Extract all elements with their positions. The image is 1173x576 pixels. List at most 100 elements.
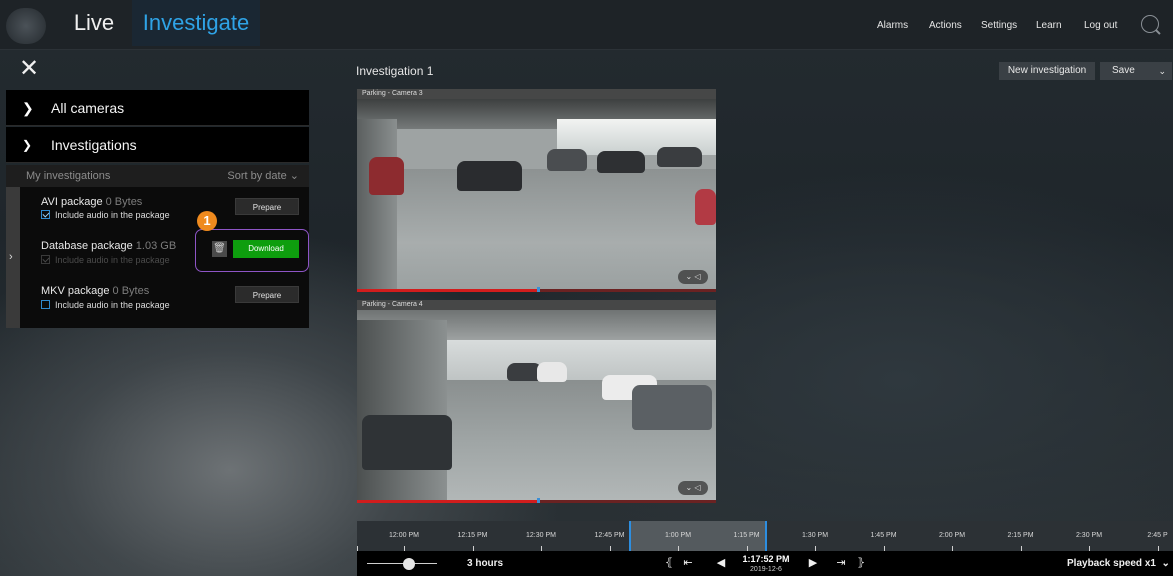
- scene-back-wall: [437, 340, 716, 380]
- nav-learn[interactable]: Learn: [1036, 0, 1062, 50]
- chevron-down-icon: ❯: [22, 138, 33, 152]
- close-icon[interactable]: ✕: [18, 57, 40, 81]
- camera-progress-bar: [357, 498, 716, 503]
- parked-car: [457, 161, 522, 191]
- database-package-title: Database package 1.03 GB: [41, 240, 176, 252]
- investigation-title: Investigation 1: [356, 64, 434, 78]
- database-audio-option: Include audio in the package: [41, 255, 170, 265]
- play-backward-icon[interactable]: ◀: [714, 551, 728, 576]
- collapse-strip[interactable]: ›: [6, 187, 20, 328]
- timeline-tick-label: 12:00 PM: [389, 532, 419, 539]
- camera-label: Parking - Camera 3: [357, 89, 716, 99]
- camera-controls[interactable]: ⌄ ◁: [678, 481, 708, 495]
- parked-car: [632, 385, 712, 430]
- parked-car: [547, 149, 587, 171]
- avi-package-size: 0 Bytes: [105, 196, 143, 208]
- parked-car: [695, 189, 716, 225]
- mkv-audio-option[interactable]: Include audio in the package: [41, 300, 170, 310]
- nav-actions[interactable]: Actions: [929, 0, 962, 50]
- zoom-slider-track[interactable]: [367, 563, 437, 564]
- play-forward-icon[interactable]: ▶: [806, 551, 820, 576]
- database-audio-label: Include audio in the package: [55, 255, 170, 265]
- camera-view-4[interactable]: Parking - Camera 4 ⌄ ◁: [357, 300, 716, 503]
- speaker-icon[interactable]: ◁: [694, 483, 700, 492]
- avi-audio-option[interactable]: Include audio in the package: [41, 210, 170, 220]
- nav-alarms[interactable]: Alarms: [877, 0, 908, 50]
- parked-car: [657, 147, 702, 167]
- camera-controls[interactable]: ⌄ ◁: [678, 270, 708, 284]
- timeline-tick-label: 2:30 PM: [1075, 532, 1103, 539]
- camera-progress-bar: [357, 287, 716, 292]
- search-icon[interactable]: [1141, 15, 1159, 33]
- my-investigations-label: My investigations: [26, 170, 111, 182]
- playback-controls: 3 hours ⦃ ⇤ ◀ 1:17:52 PM 2019-12-6 ▶ ⇥ ⦄…: [357, 551, 1173, 576]
- parked-car: [597, 151, 645, 173]
- timeline[interactable]: 12:00 PM 12:15 PM 12:30 PM 12:45 PM 1:00 PM 1…: [357, 521, 1173, 551]
- timeline-tick-label: 2:45 P: [1147, 532, 1168, 539]
- new-investigation-button[interactable]: New investigation: [999, 62, 1095, 80]
- avi-audio-checkbox[interactable]: [41, 210, 50, 219]
- mkv-package-name: MKV package: [41, 285, 110, 297]
- database-audio-checkbox: [41, 255, 50, 264]
- avi-package-name: AVI package: [41, 196, 103, 208]
- sort-dropdown[interactable]: Sort by date ⌄: [227, 165, 299, 187]
- mkv-audio-label: Include audio in the package: [55, 300, 170, 310]
- recorded-segment: [357, 500, 537, 503]
- mkv-audio-checkbox[interactable]: [41, 300, 50, 309]
- nav-log-out[interactable]: Log out: [1084, 0, 1117, 50]
- selection-start-icon[interactable]: ⦃: [663, 551, 675, 576]
- previous-sequence-icon[interactable]: ⇤: [681, 551, 695, 576]
- current-date: 2019-12-6: [750, 566, 782, 573]
- timeline-tick-label: 2:00 PM: [938, 532, 966, 539]
- all-cameras-row[interactable]: ❯ All cameras: [6, 90, 309, 126]
- timeline-start-handle[interactable]: [629, 521, 631, 551]
- camera-view-3[interactable]: Parking - Camera 3 ⌄ ◁: [357, 89, 716, 292]
- save-label: Save: [1112, 65, 1135, 76]
- chevron-down-icon: ⌄: [1158, 66, 1166, 76]
- avi-package-title: AVI package 0 Bytes: [41, 196, 142, 208]
- timeline-tick-label: 2:15 PM: [1007, 532, 1034, 539]
- timeline-tick-label: 1:45 PM: [870, 532, 897, 539]
- zoom-slider-handle[interactable]: [403, 558, 415, 570]
- chevron-right-icon: ❯: [22, 100, 34, 116]
- selection-end-icon[interactable]: ⦄: [855, 551, 867, 576]
- tab-live[interactable]: Live: [58, 0, 130, 46]
- sort-label: Sort by date: [227, 170, 287, 182]
- investigations-row[interactable]: ❯ Investigations: [6, 127, 309, 163]
- investigations-subheader: My investigations Sort by date ⌄: [6, 165, 309, 187]
- current-time: 1:17:52 PM: [742, 554, 790, 564]
- chevron-down-icon: ⌄: [289, 170, 299, 182]
- tab-investigate[interactable]: Investigate: [132, 0, 260, 46]
- chevron-down-icon: ⌄: [1158, 558, 1170, 569]
- avi-prepare-button[interactable]: Prepare: [235, 198, 299, 215]
- timespan-label: 3 hours: [467, 558, 504, 569]
- timeline-tick-label: 1:15 PM: [733, 532, 760, 539]
- mkv-package-size: 0 Bytes: [112, 285, 150, 297]
- playhead: [537, 498, 540, 503]
- database-package-size: 1.03 GB: [135, 240, 177, 252]
- chevron-down-icon[interactable]: ⌄: [685, 272, 692, 281]
- avi-audio-label: Include audio in the package: [55, 210, 170, 220]
- next-sequence-icon[interactable]: ⇥: [834, 551, 848, 576]
- investigations-label: Investigations: [51, 137, 137, 153]
- mkv-prepare-button[interactable]: Prepare: [235, 286, 299, 303]
- parked-car: [537, 362, 567, 382]
- timeline-end-handle[interactable]: [765, 521, 767, 551]
- chevron-down-icon[interactable]: ⌄: [685, 483, 692, 492]
- scene-wall: [357, 320, 447, 503]
- all-cameras-label: All cameras: [51, 100, 125, 116]
- speaker-icon[interactable]: ◁: [694, 272, 700, 281]
- camera-label: Parking - Camera 4: [357, 300, 716, 310]
- top-bar: Live Investigate Alarms Actions Settings…: [0, 0, 1173, 50]
- mkv-package-title: MKV package 0 Bytes: [41, 285, 149, 297]
- logo: [6, 8, 46, 44]
- playback-speed-dropdown[interactable]: Playback speed x1 ⌄: [1067, 551, 1170, 576]
- timeline-tick-label: 1:00 PM: [664, 532, 692, 539]
- nav-settings[interactable]: Settings: [981, 0, 1017, 50]
- parked-car: [362, 415, 452, 470]
- database-package-name: Database package: [41, 240, 133, 252]
- save-button[interactable]: Save ⌄: [1100, 62, 1172, 80]
- timeline-tick-label: 1:30 PM: [801, 532, 829, 539]
- scene-wall: [357, 119, 397, 292]
- highlight-frame: [195, 229, 309, 272]
